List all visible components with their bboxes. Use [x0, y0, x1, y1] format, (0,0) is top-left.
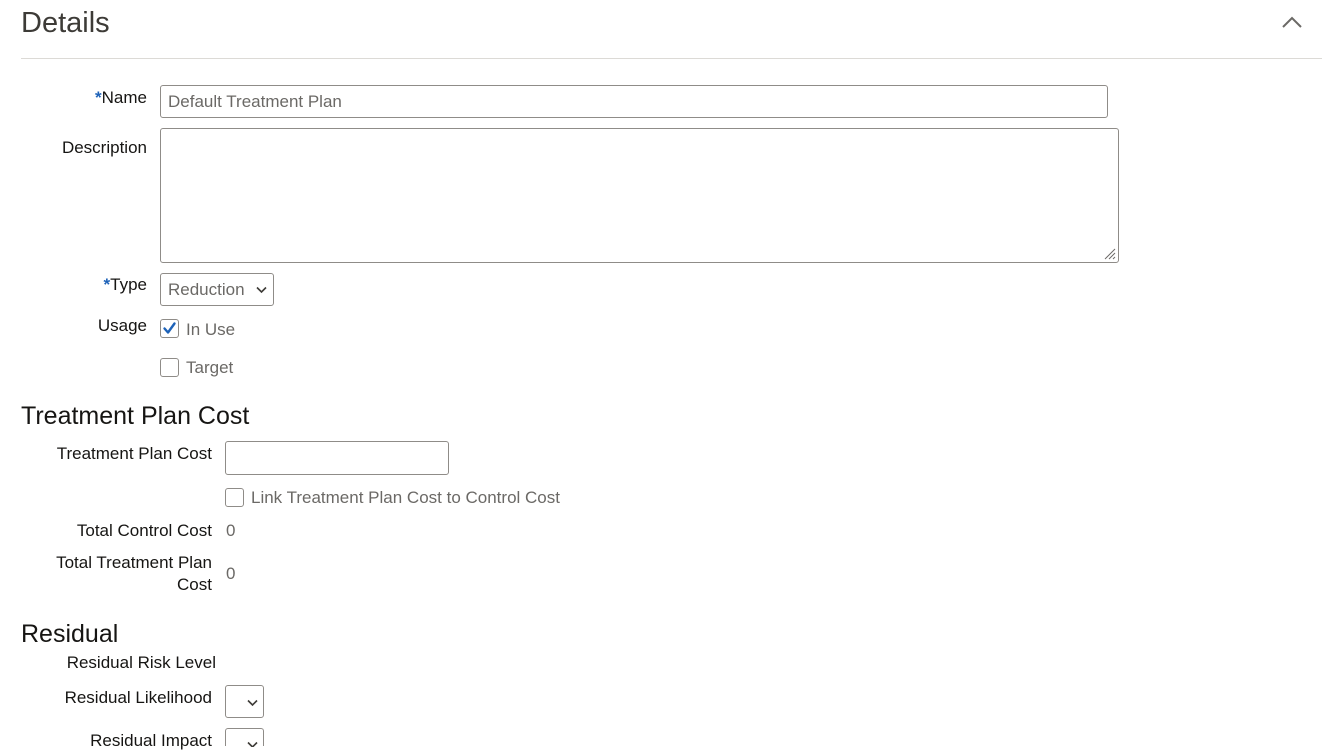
chevron-down-icon [256, 286, 267, 294]
section-divider [21, 58, 1322, 59]
name-input[interactable] [160, 85, 1108, 118]
usage-label: Usage [97, 316, 147, 335]
residual-likelihood-select[interactable] [225, 685, 264, 718]
type-select[interactable]: Reduction [160, 273, 274, 306]
target-checkbox[interactable] [160, 358, 179, 377]
description-label: Description [61, 138, 147, 157]
details-title: Details [21, 7, 110, 39]
treatment-plan-cost-label: Treatment Plan Cost [56, 444, 212, 463]
checkmark-icon [163, 322, 176, 334]
resize-grip-icon[interactable] [1102, 246, 1116, 260]
total-treatment-plan-cost-label: Total Treatment Plan Cost [56, 553, 212, 594]
name-label: *Name [95, 88, 147, 107]
target-label[interactable]: Target [186, 357, 233, 379]
total-control-cost-value: 0 [226, 521, 236, 540]
chevron-down-icon [247, 741, 258, 747]
treatment-plan-cost-title: Treatment Plan Cost [21, 402, 250, 430]
link-cost-label[interactable]: Link Treatment Plan Cost to Control Cost [251, 487, 560, 509]
type-selected-value: Reduction [168, 280, 245, 299]
residual-impact-select[interactable] [225, 728, 264, 747]
total-control-cost-label: Total Control Cost [76, 521, 212, 540]
residual-impact-label: Residual Impact [90, 731, 212, 750]
in-use-checkbox[interactable] [160, 319, 179, 338]
residual-likelihood-label: Residual Likelihood [64, 688, 212, 707]
treatment-plan-cost-input[interactable] [225, 441, 449, 475]
collapse-section-button[interactable] [1278, 8, 1306, 36]
total-treatment-plan-cost-value: 0 [226, 564, 236, 583]
chevron-up-icon [1282, 16, 1302, 28]
in-use-label[interactable]: In Use [186, 319, 235, 341]
type-label: *Type [103, 275, 147, 294]
residual-risk-level-label: Residual Risk Level [66, 653, 216, 672]
link-cost-checkbox[interactable] [225, 488, 244, 507]
residual-title: Residual [21, 620, 119, 648]
description-textarea[interactable] [160, 128, 1119, 263]
required-marker: * [95, 88, 102, 107]
chevron-down-icon [247, 699, 258, 707]
